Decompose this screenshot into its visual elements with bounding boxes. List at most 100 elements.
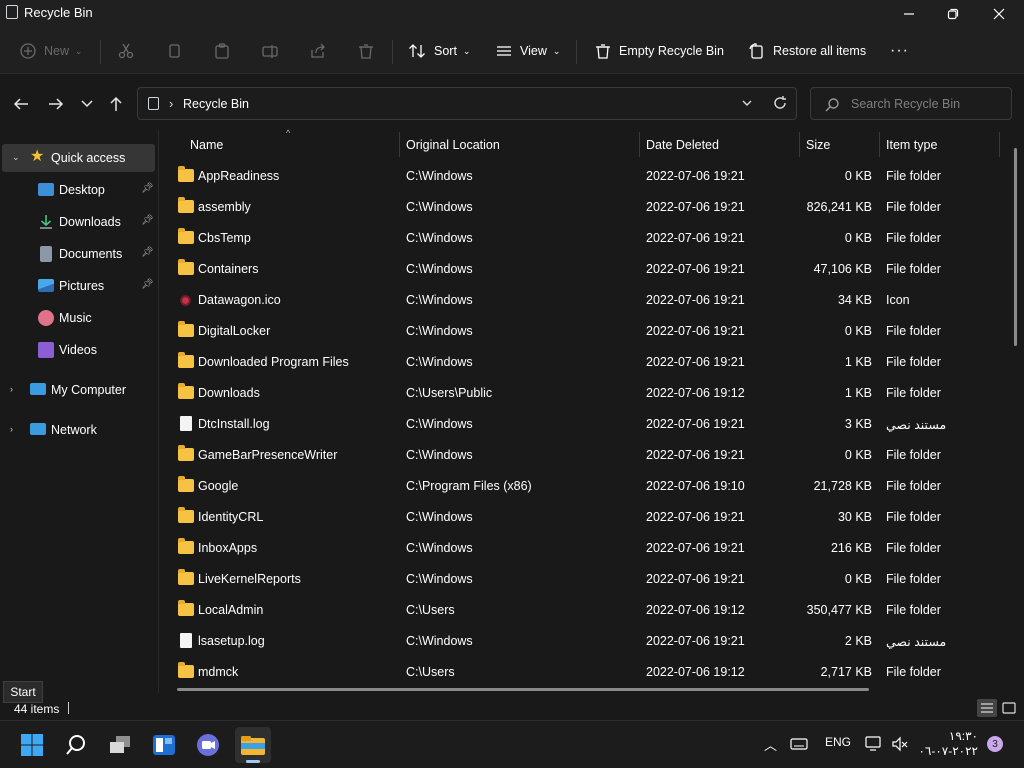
up-button[interactable] [103, 90, 129, 118]
empty-recycle-bin-button[interactable]: Empty Recycle Bin [595, 36, 724, 66]
active-indicator [246, 760, 260, 763]
more-options-button[interactable]: ··· [890, 36, 909, 66]
videos-icon [38, 342, 54, 358]
large-icons-view-button[interactable] [999, 699, 1019, 717]
file-row[interactable]: IdentityCRL C:\Windows 2022-07-06 19:21 30 … [168, 502, 998, 533]
column-header-size[interactable]: Size [806, 132, 830, 157]
view-button[interactable]: View ⌄ [496, 36, 560, 66]
address-bar[interactable]: › Recycle Bin [137, 87, 797, 120]
paste-button[interactable] [214, 36, 230, 66]
status-bar: 44 items [0, 695, 1024, 720]
start-button[interactable] [14, 727, 50, 763]
sort-icon [409, 44, 425, 58]
column-header-name[interactable]: Name [190, 132, 223, 157]
widgets-icon [153, 735, 175, 755]
pin-icon[interactable]: 📌︎ [141, 247, 154, 258]
file-name: InboxApps [198, 541, 258, 555]
search-input[interactable]: Search Recycle Bin [851, 97, 960, 111]
pin-icon[interactable]: 📌︎ [141, 183, 154, 194]
back-button[interactable] [8, 90, 34, 118]
clock[interactable]: ١٩:٣٠ ٢٠٢٢-٠٧-٠٦ [912, 729, 978, 759]
column-divider[interactable] [799, 132, 800, 157]
file-row[interactable]: InboxApps C:\Windows 2022-07-06 19:21 216 K… [168, 533, 998, 564]
network-status-icon[interactable] [865, 736, 883, 752]
refresh-icon[interactable] [772, 95, 788, 111]
sort-button[interactable]: Sort ⌄ [408, 36, 470, 66]
address-history-dropdown[interactable] [740, 96, 754, 110]
keyboard-icon[interactable] [790, 737, 808, 751]
file-row[interactable]: Downloaded Program Files C:\Windows 2022-0… [168, 347, 998, 378]
file-row[interactable]: Datawagon.ico C:\Windows 2022-07-06 19:21 3… [168, 285, 998, 316]
vertical-scrollbar[interactable] [1014, 148, 1017, 346]
sidebar-item-network[interactable]: › Network [0, 416, 156, 444]
close-button[interactable] [976, 0, 1022, 28]
recycle-bin-icon [148, 97, 159, 110]
delete-button[interactable] [358, 36, 374, 66]
volume-muted-icon[interactable] [891, 736, 909, 752]
file-row[interactable]: LocalAdmin C:\Users 2022-07-06 19:12 350,47… [168, 595, 998, 626]
file-row[interactable]: Containers C:\Windows 2022-07-06 19:21 47,1… [168, 254, 998, 285]
title-bar: Recycle Bin [0, 0, 1024, 28]
column-header-date[interactable]: Date Deleted [646, 132, 719, 157]
forward-button[interactable] [43, 90, 69, 118]
more-icon: ··· [890, 42, 909, 59]
file-row[interactable]: assembly C:\Windows 2022-07-06 19:21 826,24… [168, 192, 998, 223]
copy-button[interactable] [166, 36, 182, 66]
file-explorer-button[interactable] [235, 727, 271, 763]
pin-icon[interactable]: 📌︎ [141, 279, 154, 290]
sidebar-item-music[interactable]: Music [0, 304, 156, 332]
column-divider[interactable] [399, 132, 400, 157]
details-view-button[interactable] [977, 699, 997, 717]
sidebar-item-my-computer[interactable]: › My Computer [0, 376, 156, 404]
file-row[interactable]: lsasetup.log C:\Windows 2022-07-06 19:21 2 … [168, 626, 998, 657]
file-row[interactable]: Google C:\Program Files (x86) 2022-07-06 1… [168, 471, 998, 502]
file-size: 1 KB [844, 386, 872, 400]
task-view-button[interactable] [102, 727, 138, 763]
column-header-location[interactable]: Original Location [406, 132, 500, 157]
widgets-button[interactable] [146, 727, 182, 763]
rename-button[interactable] [262, 36, 278, 66]
sidebar-item-videos[interactable]: Videos [0, 336, 156, 364]
restore-all-button[interactable]: Restore all items [749, 36, 866, 66]
file-row[interactable]: DtcInstall.log C:\Windows 2022-07-06 19:21… [168, 409, 998, 440]
file-row[interactable]: GameBarPresenceWriter C:\Windows 2022-07-0… [168, 440, 998, 471]
file-row[interactable]: AppReadiness C:\Windows 2022-07-06 19:21 0 … [168, 161, 998, 192]
input-language-button[interactable]: ENG [825, 735, 851, 749]
rename-icon [262, 45, 278, 58]
file-name: Downloads [198, 386, 260, 400]
sidebar-item-pictures[interactable]: Pictures 📌︎ [0, 272, 156, 300]
sidebar-item-desktop[interactable]: Desktop 📌︎ [0, 176, 156, 204]
file-row[interactable]: CbsTemp C:\Windows 2022-07-06 19:21 0 KB Fil… [168, 223, 998, 254]
sidebar-item-quick-access[interactable]: ⌄ ★ Quick access [2, 144, 155, 172]
new-button[interactable]: New ⌄ [20, 36, 83, 66]
file-location: C:\Program Files (x86) [406, 479, 532, 493]
sidebar-item-downloads[interactable]: Downloads 📌︎ [0, 208, 156, 236]
column-divider[interactable] [639, 132, 640, 157]
sidebar-item-documents[interactable]: Documents 📌︎ [0, 240, 156, 268]
file-name: lsasetup.log [198, 634, 265, 648]
search-taskbar-button[interactable] [58, 727, 94, 763]
file-row[interactable]: mdmck C:\Users 2022-07-06 19:12 2,717 KB Fil… [168, 657, 998, 688]
maximize-button[interactable] [930, 0, 976, 28]
file-row[interactable]: LiveKernelReports C:\Windows 2022-07-06 19… [168, 564, 998, 595]
column-header-type[interactable]: Item type [886, 132, 937, 157]
item-count: 44 items [14, 702, 60, 716]
folder-icon [178, 352, 194, 368]
file-size: 0 KB [844, 231, 872, 245]
search-box[interactable]: Search Recycle Bin [810, 87, 1012, 120]
minimize-button[interactable] [886, 0, 932, 28]
show-hidden-icons-button[interactable]: ︿ [764, 735, 777, 754]
file-row[interactable]: Downloads C:\Users\Public 2022-07-06 19:12… [168, 378, 998, 409]
cut-button[interactable] [118, 36, 134, 66]
pin-icon[interactable]: 📌︎ [141, 215, 154, 226]
breadcrumb[interactable]: Recycle Bin [183, 97, 249, 111]
column-divider[interactable] [879, 132, 880, 157]
column-divider[interactable] [999, 132, 1000, 157]
horizontal-scrollbar[interactable] [177, 688, 869, 691]
file-name: Datawagon.ico [198, 293, 281, 307]
share-button[interactable] [310, 36, 326, 66]
file-row[interactable]: DigitalLocker C:\Windows 2022-07-06 19:21 0… [168, 316, 998, 347]
chat-button[interactable] [190, 727, 226, 763]
notification-badge[interactable]: 3 [987, 736, 1003, 752]
recent-locations-button[interactable] [74, 90, 100, 118]
